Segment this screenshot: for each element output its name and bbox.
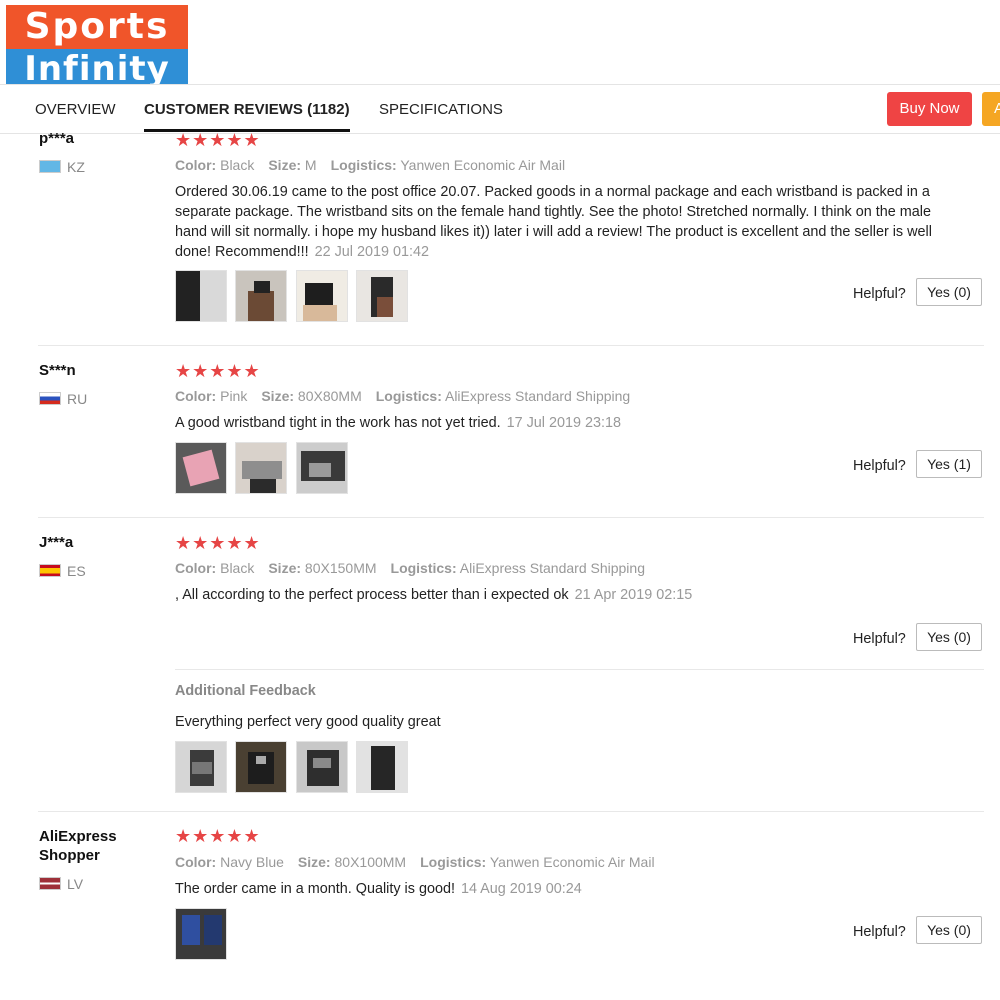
review-photo[interactable] <box>235 741 288 793</box>
review-photos <box>175 442 352 496</box>
review-divider <box>38 345 984 346</box>
review-body: , All according to the perfect process b… <box>175 587 569 603</box>
reviewer-name: p***a <box>39 130 75 147</box>
flag-kz-icon <box>39 160 61 173</box>
country-code: ES <box>67 563 86 579</box>
review-meta: Color: Pink Size: 80X80MM Logistics: AliEx… <box>175 387 630 405</box>
additional-feedback-title: Additional Feedback <box>175 683 316 699</box>
review-text: The order came in a month. Quality is go… <box>175 879 965 899</box>
logo-text-bottom: Infinity <box>6 49 188 89</box>
color-label: Color: <box>175 560 217 576</box>
review-date: 22 Jul 2019 01:42 <box>314 244 430 260</box>
country-code: LV <box>67 876 84 892</box>
logistics-value: Yanwen Economic Air Mail <box>400 157 566 173</box>
tab-specifications[interactable]: SPECIFICATIONS <box>379 85 503 131</box>
review-meta: Color: Black Size: M Logistics: Yanwen Eco… <box>175 156 565 174</box>
review-text: , All according to the perfect process b… <box>175 585 965 605</box>
review-body: The order came in a month. Quality is go… <box>175 881 455 897</box>
tab-overview[interactable]: OVERVIEW <box>35 85 116 131</box>
size-value: 80X80MM <box>297 388 362 404</box>
color-label: Color: <box>175 388 217 404</box>
color-value: Black <box>220 560 255 576</box>
reviewer-country: ES <box>39 563 86 579</box>
review-photo[interactable] <box>295 270 348 322</box>
star-rating: ★★★★★ <box>175 533 261 553</box>
helpful-label: Helpful? <box>853 924 906 940</box>
review-photo[interactable] <box>235 442 288 494</box>
size-label: Size: <box>268 157 302 173</box>
color-value: Black <box>220 157 255 173</box>
review-photos <box>175 270 412 324</box>
logistics-label: Logistics: <box>375 388 442 404</box>
review-date: 14 Aug 2019 00:24 <box>460 881 582 897</box>
country-code: RU <box>67 391 88 407</box>
color-value: Navy Blue <box>220 854 284 870</box>
review-photo[interactable] <box>295 442 348 494</box>
review-photo[interactable] <box>295 741 348 793</box>
logistics-label: Logistics: <box>420 854 487 870</box>
helpful-label: Helpful? <box>853 631 906 647</box>
logistics-label: Logistics: <box>330 157 397 173</box>
reviewer-country: RU <box>39 391 87 407</box>
review-text: Ordered 30.06.19 came to the post office… <box>175 182 965 262</box>
additional-feedback-photos <box>175 741 412 795</box>
tab-customer-reviews[interactable]: CUSTOMER REVIEWS (1182) <box>144 85 350 132</box>
review-date: 21 Apr 2019 02:15 <box>574 587 693 603</box>
review-photo[interactable] <box>175 741 227 793</box>
review-date: 17 Jul 2019 23:18 <box>506 415 622 431</box>
size-value: M <box>304 157 317 173</box>
reviewer-name: AliExpress Shopper <box>39 828 117 864</box>
reviewer-name: J***a <box>39 534 74 551</box>
flag-es-icon <box>39 564 61 577</box>
flag-lv-icon <box>39 877 61 890</box>
reviewer-country: LV <box>39 876 83 892</box>
helpful-yes-button[interactable]: Yes (0) <box>916 623 982 651</box>
size-label: Size: <box>261 388 295 404</box>
logistics-value: Yanwen Economic Air Mail <box>489 854 655 870</box>
size-value: 80X150MM <box>304 560 377 576</box>
review-photo[interactable] <box>356 270 409 322</box>
color-label: Color: <box>175 157 217 173</box>
review-meta: Color: Black Size: 80X150MM Logistics: Ali… <box>175 559 645 577</box>
review-body: Ordered 30.06.19 came to the post office… <box>175 184 932 260</box>
size-value: 80X100MM <box>334 854 407 870</box>
size-label: Size: <box>297 854 331 870</box>
logistics-label: Logistics: <box>390 560 457 576</box>
review-photo[interactable] <box>175 908 227 960</box>
review-photo[interactable] <box>356 741 409 793</box>
flag-ru-icon <box>39 392 61 405</box>
helpful-label: Helpful? <box>853 286 906 302</box>
color-label: Color: <box>175 854 217 870</box>
logistics-value: AliExpress Standard Shipping <box>444 388 631 404</box>
reviewer-country: KZ <box>39 159 85 175</box>
helpful-yes-button[interactable]: Yes (1) <box>916 450 982 478</box>
review-meta: Color: Navy Blue Size: 80X100MM Logistics:… <box>175 853 655 871</box>
size-label: Size: <box>268 560 302 576</box>
add-to-cart-button[interactable]: A <box>982 92 1000 126</box>
additional-feedback-text: Everything perfect very good quality gre… <box>175 714 441 730</box>
star-rating: ★★★★★ <box>175 130 261 150</box>
helpful-label: Helpful? <box>853 458 906 474</box>
review-divider <box>38 811 984 812</box>
country-code: KZ <box>67 159 85 175</box>
review-divider <box>38 517 984 518</box>
review-photos <box>175 908 231 962</box>
star-rating: ★★★★★ <box>175 826 261 846</box>
store-logo[interactable]: Sports Infinity <box>6 5 188 89</box>
logistics-value: AliExpress Standard Shipping <box>459 560 645 576</box>
star-rating: ★★★★★ <box>175 361 261 381</box>
review-body: A good wristband tight in the work has n… <box>175 415 501 431</box>
helpful-yes-button[interactable]: Yes (0) <box>916 916 982 944</box>
additional-feedback-divider <box>175 669 984 670</box>
product-tab-bar: OVERVIEW CUSTOMER REVIEWS (1182) SPECIFI… <box>0 84 1000 134</box>
buy-now-button[interactable]: Buy Now <box>887 92 972 126</box>
review-photo[interactable] <box>235 270 288 322</box>
review-photo[interactable] <box>175 270 227 322</box>
review-photo[interactable] <box>175 442 227 494</box>
review-text: A good wristband tight in the work has n… <box>175 413 965 433</box>
reviewer-name: S***n <box>39 362 76 379</box>
logo-text-top: Sports <box>6 5 188 49</box>
color-value: Pink <box>220 388 248 404</box>
helpful-yes-button[interactable]: Yes (0) <box>916 278 982 306</box>
